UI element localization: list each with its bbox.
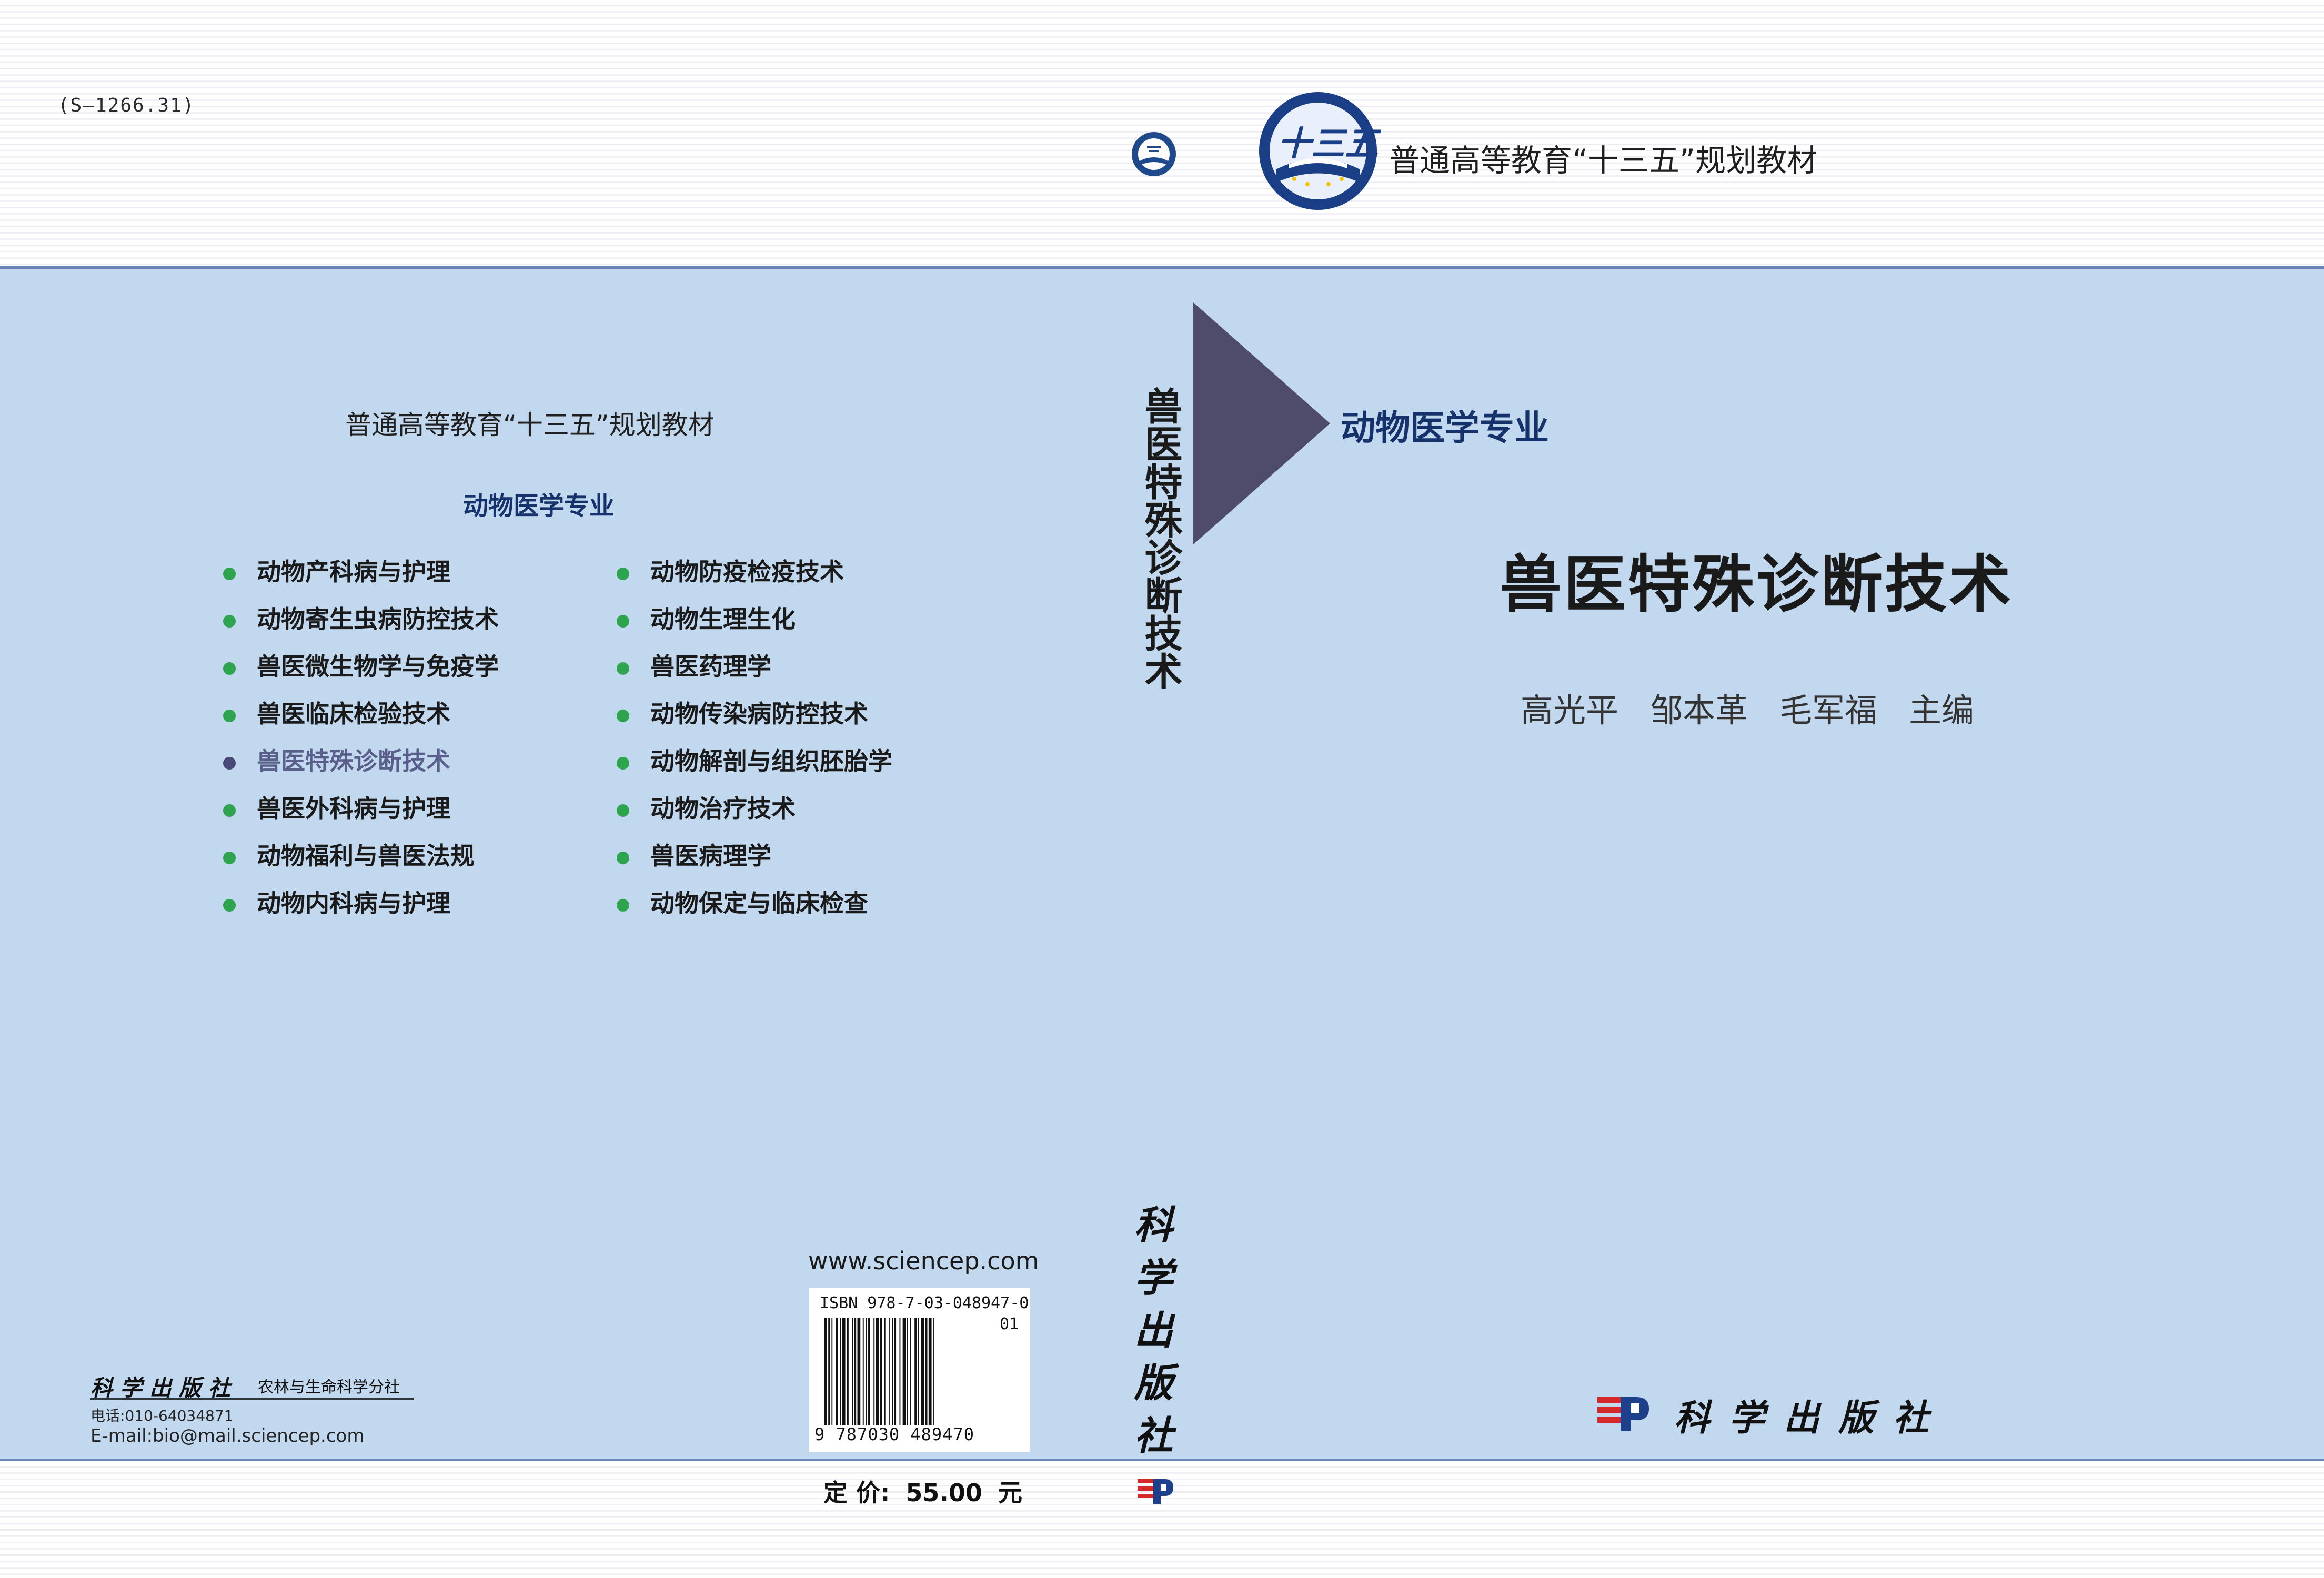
- bullet-icon: [617, 615, 629, 628]
- price-value: 55.00: [906, 1479, 982, 1507]
- bullet-icon: [617, 757, 629, 770]
- barcode-icon: [824, 1318, 934, 1425]
- author-name: 邹本革: [1650, 691, 1748, 730]
- editor-role: 主编: [1909, 691, 1975, 730]
- bullet-icon: [223, 852, 236, 864]
- bullet-icon: [617, 662, 629, 675]
- front-authors: 高光平 邹本革 毛军福 主编: [1521, 684, 2006, 731]
- list-item: 动物解剖与组织胚胎学: [617, 748, 892, 795]
- book-list-left: 动物产科病与护理 动物寄生虫病防控技术 兽医微生物学与免疫学 兽医临床检验技术 …: [223, 559, 499, 937]
- bullet-icon: [617, 804, 629, 817]
- price-unit: 元: [998, 1479, 1022, 1507]
- author-name: 毛军福: [1779, 691, 1878, 730]
- bullet-icon: [223, 804, 236, 817]
- list-item: 动物生理生化: [617, 606, 892, 653]
- list-item-current-book: 兽医特殊诊断技术: [223, 748, 499, 795]
- list-item: 动物内科病与护理: [223, 890, 499, 937]
- back-major-title: 动物医学专业: [463, 491, 615, 521]
- bullet-icon: [223, 710, 236, 722]
- bullet-icon: [617, 852, 629, 864]
- back-phone: 电话:010-64034871: [90, 1407, 234, 1424]
- book-list-right: 动物防疫检疫技术 动物生理生化 兽医药理学 动物传染病防控技术 动物解剖与组织胚…: [617, 559, 892, 937]
- list-item: 兽医药理学: [617, 653, 892, 701]
- back-series-title: 普通高等教育“十三五”规划教材: [345, 410, 715, 440]
- back-publisher-name: 科学出版社: [90, 1375, 238, 1401]
- list-item: 动物传染病防控技术: [617, 701, 892, 748]
- isbn-text: ISBN 978-7-03-048947-0: [820, 1294, 1029, 1312]
- front-major-title: 动物医学专业: [1341, 408, 1549, 448]
- front-series-title: 普通高等教育“十三五”规划教材: [1389, 143, 1818, 178]
- list-item: 兽医病理学: [617, 843, 892, 890]
- list-item: 兽医外科病与护理: [223, 795, 499, 843]
- list-item: 动物防疫检疫技术: [617, 559, 892, 606]
- page-title: 兽医特殊诊断技术: [1500, 548, 2014, 621]
- spine-title: 兽医特殊诊断技术: [1138, 387, 1183, 690]
- front-publisher-name: 科学出版社: [1674, 1397, 1948, 1439]
- series-emblem-text: 十三五: [1277, 124, 1379, 164]
- bullet-icon: [617, 710, 629, 722]
- play-triangle-icon: [1193, 302, 1330, 544]
- series-emblem-icon: [1132, 132, 1176, 176]
- bullet-icon: [223, 662, 236, 675]
- isbn-addon: 01: [1000, 1315, 1019, 1333]
- bullet-icon: [223, 757, 236, 770]
- bullet-icon: [617, 568, 629, 580]
- list-item: 兽医微生物学与免疫学: [223, 653, 499, 701]
- bullet-icon: [223, 568, 236, 580]
- bullet-icon: [223, 899, 236, 912]
- list-item: 动物寄生虫病防控技术: [223, 606, 499, 653]
- price-label: 定 价:: [823, 1479, 890, 1507]
- back-publisher-division: 农林与生命科学分社: [258, 1378, 400, 1397]
- series-code: (S—1266.31): [58, 95, 195, 116]
- price: 定 价: 55.00 元: [823, 1474, 1038, 1509]
- list-item: 动物治疗技术: [617, 795, 892, 843]
- publisher-website: www.sciencep.com: [808, 1247, 1039, 1275]
- barcode-digits: 9 787030 489470: [814, 1424, 974, 1444]
- back-divider: [90, 1398, 414, 1400]
- spine-publisher: 科学出版社: [1128, 1205, 1173, 1468]
- list-item: 动物福利与兽医法规: [223, 843, 499, 890]
- list-item: 兽医临床检验技术: [223, 701, 499, 748]
- list-item: 动物产科病与护理: [223, 559, 499, 606]
- sp-publisher-logo-icon: [1597, 1397, 1649, 1431]
- sp-publisher-logo-icon: [1138, 1479, 1173, 1504]
- bullet-icon: [223, 615, 236, 628]
- author-name: 高光平: [1521, 691, 1619, 730]
- list-item: 动物保定与临床检查: [617, 890, 892, 937]
- bullet-icon: [617, 899, 629, 912]
- back-email: E-mail:bio@mail.sciencep.com: [90, 1425, 365, 1446]
